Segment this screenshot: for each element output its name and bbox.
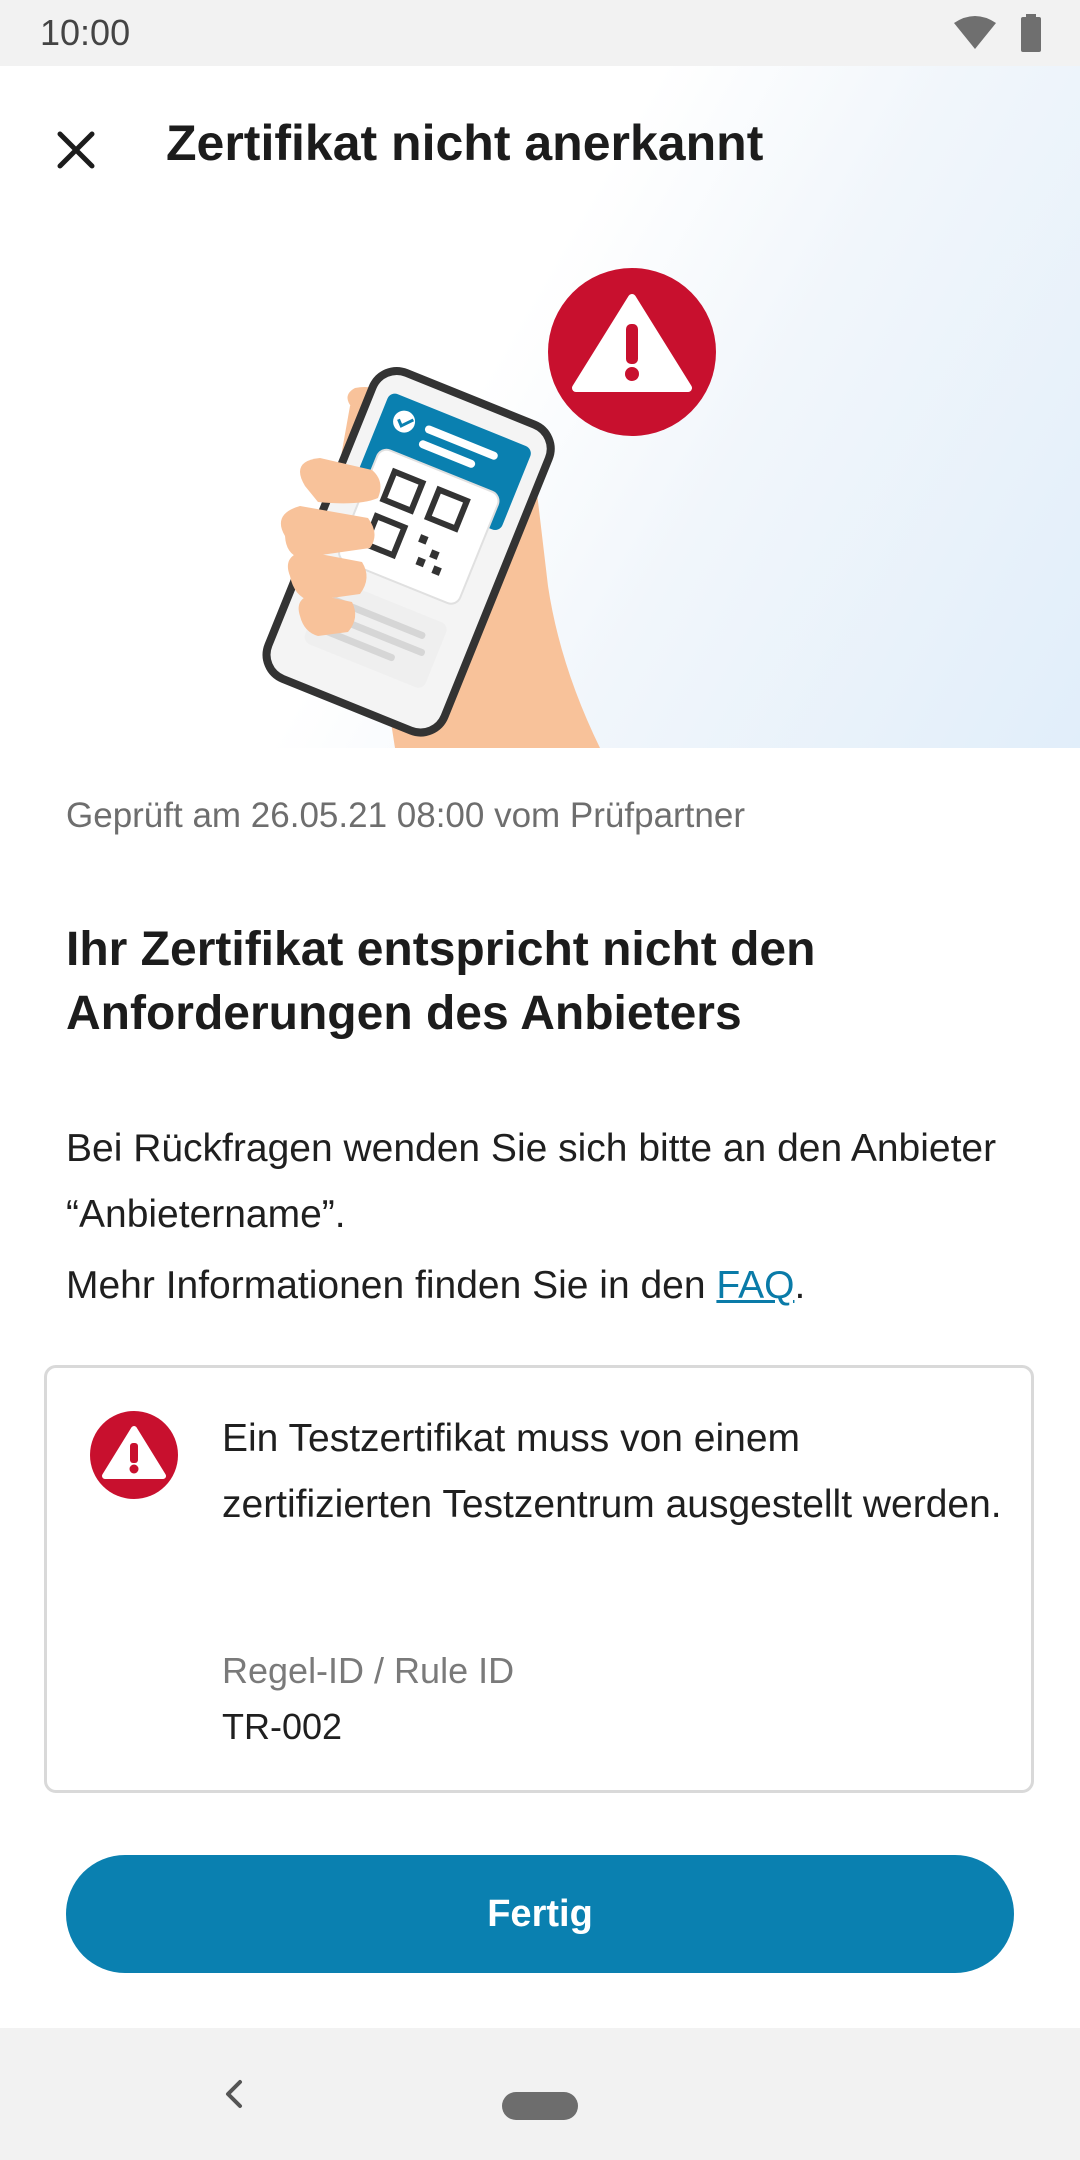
hero-section: Zertifikat nicht anerkannt [0,66,1080,748]
rule-id-value: TR-002 [222,1706,343,1747]
faq-link[interactable]: FAQ [716,1264,794,1307]
status-time: 10:00 [40,12,131,53]
done-button[interactable]: Fertig [66,1855,1014,1973]
battery-icon [1020,14,1042,57]
status-bar: 10:00 [0,0,1080,66]
warning-icon [89,1410,179,1505]
close-icon [57,131,95,169]
faq-line: Mehr Informationen finden Sie in den FAQ… [66,1264,805,1308]
faq-suffix: . [794,1264,806,1307]
close-button[interactable] [44,118,108,182]
home-pill-icon[interactable] [502,2092,578,2120]
page-title: Zertifikat nicht anerkannt [166,115,764,171]
rule-message: Ein Testzertifikat muss von einem zertif… [222,1417,1002,1526]
checked-info: Geprüft am 26.05.21 08:00 vom Prüfpartne… [66,796,745,835]
rule-id-label: Regel-ID / Rule ID [222,1650,515,1691]
rule-card: Ein Testzertifikat muss von einem zertif… [44,1365,1034,1793]
contact-text: Bei Rückfragen wenden Sie sich bitte an … [66,1127,997,1236]
faq-prefix: Mehr Informationen finden Sie in den [66,1264,717,1307]
back-icon[interactable] [220,2074,250,2119]
result-headline: Ihr Zertifikat entspricht nicht den Anfo… [66,923,816,1040]
wifi-icon [952,15,998,56]
system-nav-bar [0,2028,1080,2160]
status-icons [952,14,1042,57]
